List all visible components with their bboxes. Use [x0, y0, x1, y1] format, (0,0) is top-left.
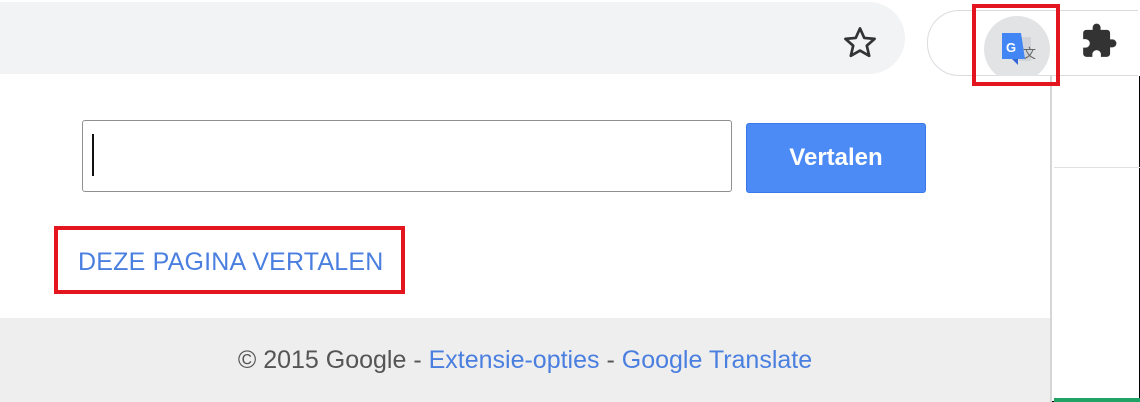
bookmark-star-button[interactable] [835, 18, 885, 68]
puzzle-piece-icon [1083, 23, 1117, 57]
star-outline-icon [844, 27, 876, 58]
text-cursor [92, 134, 94, 176]
translate-page-link[interactable]: DEZE PAGINA VERTALEN [78, 248, 383, 277]
google-translate-link[interactable]: Google Translate [622, 346, 812, 375]
copyright-text: © 2015 Google [237, 345, 407, 374]
popup-footer: © 2015 Google - Extensie-opties - Google… [0, 318, 1050, 402]
browser-toolbar: 文 G [0, 0, 1140, 82]
translate-popup: Vertalen DEZE PAGINA VERTALEN © 2015 Goo… [0, 76, 1052, 402]
extensions-menu-button[interactable] [1076, 18, 1122, 64]
google-translate-icon: 文 G [1002, 33, 1036, 65]
footer-separator: - [599, 345, 622, 374]
translate-text-input[interactable] [82, 120, 732, 192]
footer-separator: - [406, 345, 429, 374]
page-edge-accent [1054, 398, 1140, 402]
extension-options-link[interactable]: Extensie-opties [429, 346, 600, 375]
page-divider [1054, 167, 1140, 168]
translate-icon-letter: G [1006, 40, 1016, 55]
translate-button[interactable]: Vertalen [746, 123, 926, 193]
google-translate-extension-button[interactable]: 文 G [984, 16, 1050, 82]
address-bar[interactable] [0, 2, 905, 74]
